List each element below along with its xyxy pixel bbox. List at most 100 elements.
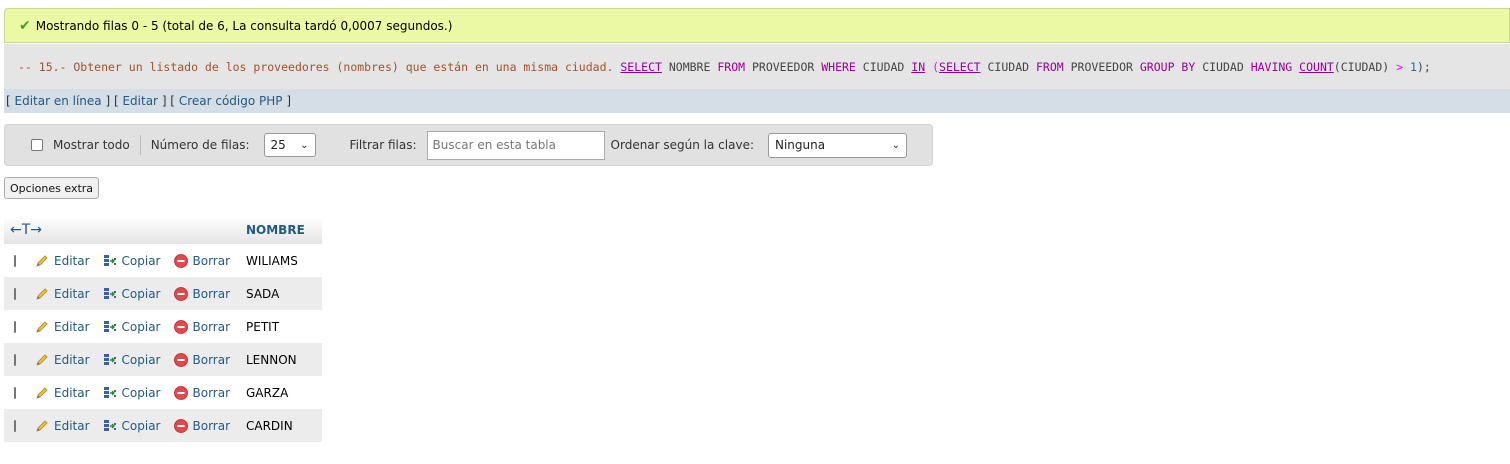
show-all-label[interactable]: Mostrar todo (53, 138, 130, 152)
delete-icon (173, 253, 188, 268)
copy-row-button[interactable]: Copiar (102, 385, 161, 401)
table-row: Editar Copiar (4, 244, 322, 277)
delete-label: Borrar (192, 319, 231, 334)
filter-rows-input[interactable] (426, 130, 605, 160)
edit-label: Editar (54, 319, 90, 334)
sql-function-count[interactable]: COUNT (1299, 60, 1334, 74)
copy-row-button[interactable]: Copiar (102, 253, 161, 269)
sql-keyword-group-by: GROUP BY (1139, 59, 1196, 74)
delete-row-button[interactable]: Borrar (173, 286, 230, 302)
pencil-icon (36, 419, 48, 432)
sort-key-select[interactable]: Ninguna ⌄ (768, 132, 907, 158)
delete-label: Borrar (192, 385, 231, 400)
results-table: ←T→ NOMBRE Editar Copiar Borrar WILIAMS … (4, 216, 322, 442)
delete-icon (173, 385, 188, 400)
success-text: Mostrando filas 0 - 5 (total de 6, La co… (35, 18, 453, 33)
edit-label: Editar (54, 385, 90, 400)
row-checkbox[interactable] (14, 353, 16, 366)
pencil-icon (36, 353, 48, 366)
copy-icon (103, 386, 116, 398)
edit-inline-link[interactable]: Editar en línea (15, 94, 102, 108)
delete-row-button[interactable]: Borrar (173, 352, 231, 368)
delete-row-button[interactable]: Borrar (173, 253, 230, 269)
cell-nombre[interactable]: WILIAMS (240, 244, 322, 277)
rows-per-page-select[interactable]: 25 ⌄ (263, 133, 316, 157)
sql-keyword-from: FROM (717, 59, 746, 74)
row-checkbox[interactable] (14, 386, 16, 399)
copy-label: Copiar (121, 418, 161, 433)
sql-identifier: CIUDAD (1202, 59, 1244, 74)
sql-identifier: PROVEEDOR (751, 59, 815, 74)
sql-keyword-select[interactable]: SELECT (939, 60, 981, 74)
sql-keyword-select[interactable]: SELECT (620, 60, 662, 74)
table-row: Editar Copiar (4, 343, 322, 376)
query-edit-links: [ Editar en línea ] [ Editar ] [ Crear c… (4, 89, 1510, 113)
delete-row-button[interactable]: Borrar (173, 385, 231, 401)
delete-icon (173, 352, 188, 367)
row-checkbox[interactable] (14, 287, 16, 300)
sql-tail: ); (1416, 59, 1431, 74)
edit-label: Editar (54, 253, 90, 268)
extra-options-button[interactable]: Opciones extra (4, 177, 99, 199)
success-message: ✔ Mostrando filas 0 - 5 (total de 6, La … (4, 8, 1510, 43)
sql-keyword-having: HAVING (1250, 59, 1293, 74)
edit-row-button[interactable]: Editar (34, 385, 90, 401)
sql-comment: -- 15.- Obtener un listado de los provee… (18, 59, 614, 74)
filter-label: Filtrar filas: (349, 138, 417, 152)
column-arrows-icon[interactable]: ←T→ (4, 216, 240, 244)
row-checkbox[interactable] (14, 254, 16, 267)
cell-nombre[interactable]: CARDIN (240, 409, 322, 442)
delete-icon (173, 319, 188, 334)
copy-row-button[interactable]: Copiar (102, 319, 161, 335)
copy-row-button[interactable]: Copiar (102, 352, 161, 368)
copy-row-button[interactable]: Copiar (102, 286, 161, 302)
delete-label: Borrar (192, 418, 231, 433)
table-row: Editar Copiar (4, 310, 322, 343)
copy-icon (103, 419, 116, 431)
column-header-nombre[interactable]: NOMBRE (240, 216, 322, 244)
table-row: Editar Copiar (4, 376, 322, 409)
delete-row-button[interactable]: Borrar (173, 418, 231, 434)
sql-count-arg: (CIUDAD) (1333, 59, 1390, 74)
edit-row-button[interactable]: Editar (34, 286, 90, 302)
edit-row-button[interactable]: Editar (34, 352, 90, 368)
sql-keyword-from: FROM (1035, 59, 1064, 74)
edit-link[interactable]: Editar (122, 94, 158, 108)
cell-nombre[interactable]: PETIT (240, 310, 322, 343)
check-icon: ✔ (19, 17, 31, 34)
copy-label: Copiar (121, 385, 161, 400)
row-checkbox[interactable] (14, 419, 16, 432)
edit-label: Editar (54, 286, 90, 301)
divider (139, 135, 141, 155)
sql-identifier: CIUDAD (862, 59, 905, 74)
show-all-checkbox[interactable] (31, 139, 43, 151)
copy-label: Copiar (121, 352, 161, 367)
create-php-code-link[interactable]: Crear código PHP (179, 94, 283, 108)
delete-row-button[interactable]: Borrar (173, 319, 231, 335)
pencil-icon (36, 386, 48, 399)
copy-label: Copiar (121, 286, 161, 301)
copy-icon (103, 287, 116, 299)
cell-nombre[interactable]: GARZA (240, 376, 322, 409)
cell-nombre[interactable]: SADA (240, 277, 322, 310)
table-header-row: ←T→ NOMBRE (4, 216, 322, 244)
table-row: Editar Copiar (4, 409, 322, 442)
rows-label: Número de filas: (150, 138, 250, 152)
copy-label: Copiar (121, 253, 161, 268)
copy-icon (103, 254, 116, 266)
sql-query-box[interactable]: -- 15.- Obtener un listado de los provee… (4, 44, 1510, 89)
sql-keyword-where: WHERE (821, 59, 856, 74)
copy-icon (103, 320, 116, 332)
chevron-down-icon: ⌄ (300, 139, 309, 151)
delete-icon (173, 286, 188, 301)
edit-row-button[interactable]: Editar (34, 253, 90, 269)
sql-identifier: CIUDAD (987, 59, 1030, 74)
copy-row-button[interactable]: Copiar (102, 418, 161, 434)
sql-keyword-in[interactable]: IN (911, 60, 925, 74)
edit-row-button[interactable]: Editar (34, 319, 90, 335)
edit-row-button[interactable]: Editar (34, 418, 90, 434)
cell-nombre[interactable]: LENNON (240, 343, 322, 376)
pencil-icon (36, 320, 48, 333)
delete-label: Borrar (192, 352, 231, 367)
row-checkbox[interactable] (14, 320, 16, 333)
